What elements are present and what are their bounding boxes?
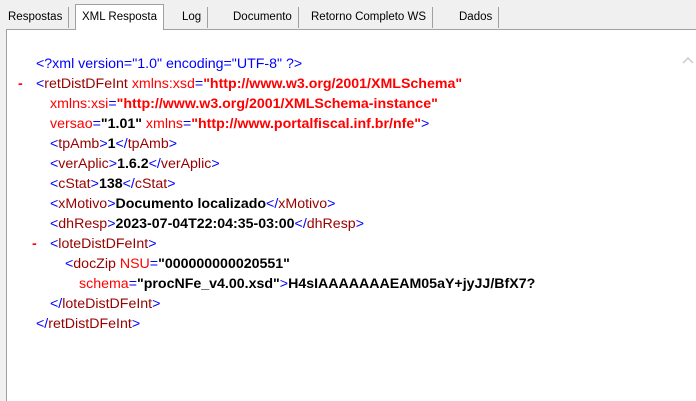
xml-root-close: </retDistDFeInt>: [36, 316, 141, 332]
xml-root-open: <retDistDFeInt xmlns:xsd="http://www.w3.…: [36, 76, 463, 92]
tab-documento[interactable]: Documento: [227, 7, 299, 28]
xml-root-attr-versao: versao="1.01" xmlns="http://www.portalfi…: [50, 116, 430, 132]
tab-bar: Respostas XML Resposta Log Documento Ret…: [0, 0, 696, 30]
collapse-toggle-lote[interactable]: -: [32, 234, 37, 254]
xml-cstat: <cStat>138</cStat>: [50, 176, 176, 192]
tab-retorno-completo-ws[interactable]: Retorno Completo WS: [305, 7, 434, 28]
tab-xml-resposta[interactable]: XML Resposta: [75, 4, 164, 30]
xml-dhresp: <dhResp>2023-07-04T22:04:35-03:00</dhRes…: [50, 216, 364, 232]
collapse-toggle-root[interactable]: -: [18, 74, 23, 94]
xml-viewer-panel[interactable]: <?xml version="1.0" encoding="UTF-8" ?> …: [6, 29, 696, 401]
xml-lote-open: <loteDistDFeInt>: [50, 236, 157, 252]
scroll-up-arrow-icon[interactable]: [680, 52, 696, 66]
xml-veraplic: <verAplic>1.6.2</verAplic>: [50, 156, 220, 172]
xml-tpamb: <tpAmb>1</tpAmb>: [50, 136, 178, 152]
tab-log[interactable]: Log: [176, 7, 209, 28]
xml-doczip-schema: schema="procNFe_v4.00.xsd">H4sIAAAAAAAEA…: [79, 276, 536, 292]
xml-doczip-open: <docZip NSU="000000000020551": [65, 256, 290, 272]
xml-lote-close: </loteDistDFeInt>: [50, 296, 161, 312]
tab-respostas[interactable]: Respostas: [2, 7, 70, 28]
xml-content: <?xml version="1.0" encoding="UTF-8" ?> …: [7, 30, 696, 401]
xml-declaration: <?xml version="1.0" encoding="UTF-8" ?>: [36, 56, 303, 72]
xml-xmotivo: <xMotivo>Documento localizado</xMotivo>: [50, 196, 336, 212]
tab-dados[interactable]: Dados: [453, 7, 500, 28]
xml-root-attr-xsi: xmlns:xsi="http://www.w3.org/2001/XMLSch…: [50, 96, 438, 112]
